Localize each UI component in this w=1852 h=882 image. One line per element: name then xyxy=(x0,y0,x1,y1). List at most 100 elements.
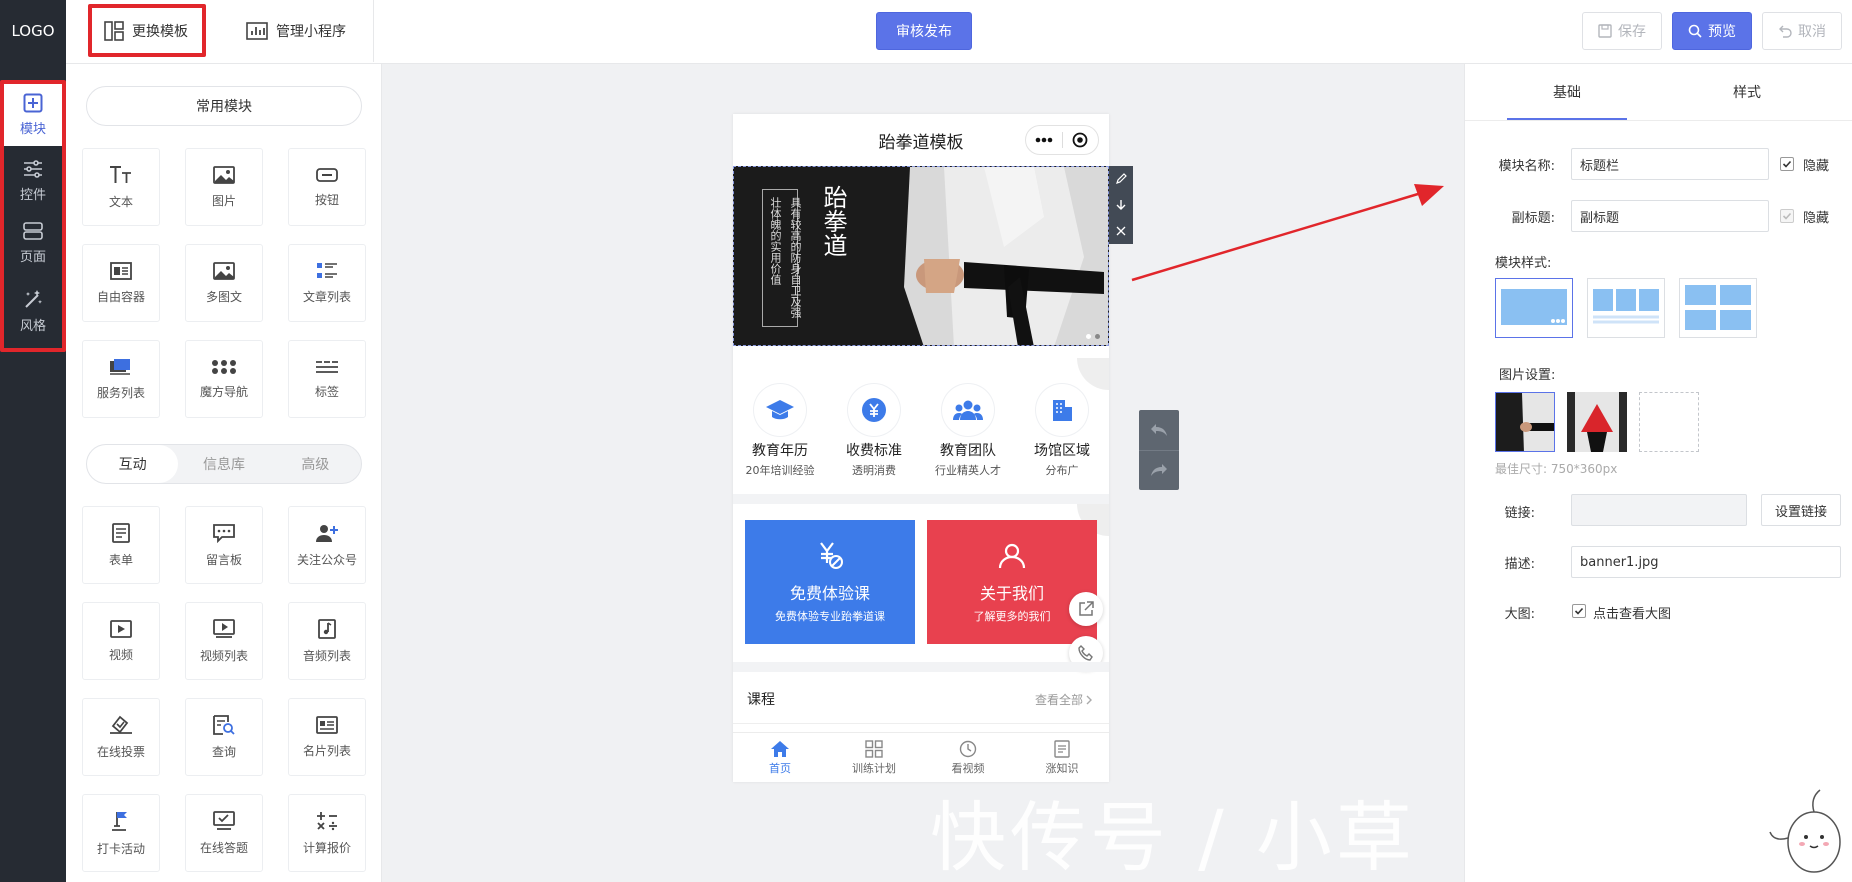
view-all-link[interactable]: 查看全部 xyxy=(1035,691,1093,708)
description-input[interactable]: banner1.jpg xyxy=(1571,546,1841,578)
large-image-checkbox[interactable] xyxy=(1572,604,1586,618)
style-option-3[interactable] xyxy=(1679,278,1757,338)
calculator-icon xyxy=(317,811,337,830)
module-cube-nav[interactable]: 魔方导航 xyxy=(185,340,263,418)
hide-name-checkbox[interactable] xyxy=(1780,157,1794,171)
module-card-list[interactable]: 名片列表 xyxy=(288,698,366,776)
banner-full-icon xyxy=(1501,289,1567,325)
banner-module[interactable]: 壮体魄的实用价值 具有较高的防身自卫及强 跆拳道 xyxy=(733,166,1109,346)
module-name-input[interactable]: 标题栏 xyxy=(1571,148,1769,180)
undo-button[interactable]: 取消 xyxy=(1762,12,1842,50)
share-button[interactable] xyxy=(1069,592,1103,626)
tab-divider xyxy=(1465,120,1852,121)
tab-basic[interactable]: 基础 xyxy=(1507,64,1627,120)
multi-image-icon xyxy=(213,261,235,280)
undo-float-button[interactable] xyxy=(1139,410,1179,451)
module-video[interactable]: 视频 xyxy=(82,602,160,680)
module-image[interactable]: 图片 xyxy=(185,148,263,226)
grid-icon xyxy=(865,739,883,758)
add-image-slot[interactable] xyxy=(1639,392,1699,452)
tab-training-plan[interactable]: 训练计划 xyxy=(827,733,921,782)
save-button[interactable]: 保存 xyxy=(1582,12,1662,50)
module-text[interactable]: 文本 xyxy=(82,148,160,226)
module-form[interactable]: 表单 xyxy=(82,506,160,584)
redo-float-button[interactable] xyxy=(1139,451,1179,491)
pencil-icon[interactable] xyxy=(1115,173,1127,185)
hide-subtitle-checkbox[interactable] xyxy=(1780,209,1794,223)
link-input[interactable] xyxy=(1571,494,1747,526)
tab-advanced[interactable]: 高级 xyxy=(270,445,361,483)
grid-dots-icon xyxy=(212,359,236,374)
common-modules-header[interactable]: 常用模块 xyxy=(86,86,362,126)
style-option-2[interactable] xyxy=(1587,278,1665,338)
module-button[interactable]: 按钮 xyxy=(288,148,366,226)
building-icon xyxy=(1036,384,1088,436)
undo-arrow-icon xyxy=(1151,423,1167,436)
module-free-container[interactable]: 自由容器 xyxy=(82,244,160,322)
style-option-1[interactable] xyxy=(1495,278,1573,338)
free-trial-card[interactable]: 免费体验课 免费体验专业跆拳道课 xyxy=(745,520,915,644)
preview-button[interactable]: 预览 xyxy=(1672,12,1752,50)
module-video-list[interactable]: 视频列表 xyxy=(185,602,263,680)
form-icon xyxy=(112,522,130,543)
module-service-list[interactable]: 服务列表 xyxy=(82,340,160,418)
arrow-down-icon[interactable] xyxy=(1115,199,1127,211)
phone-preview: 跆拳道模板 壮体魄的实用价值 具有较高的防身自卫及强 跆拳道 教育年历 20年培… xyxy=(733,114,1109,782)
module-online-quiz[interactable]: 在线答题 xyxy=(185,794,263,872)
image-thumb-1[interactable] xyxy=(1495,392,1555,452)
banner-dots xyxy=(1086,334,1100,339)
publish-button[interactable]: 审核发布 xyxy=(876,12,972,50)
share-icon xyxy=(1079,601,1094,616)
module-follow-account[interactable]: 关注公众号 xyxy=(288,506,366,584)
article-list-icon xyxy=(317,262,337,278)
module-tag[interactable]: 标签 xyxy=(288,340,366,418)
more-dots-icon[interactable] xyxy=(1026,137,1062,143)
tab-info-library[interactable]: 信息库 xyxy=(178,445,269,483)
document-icon xyxy=(1054,739,1070,758)
tab-style[interactable]: 样式 xyxy=(1687,64,1807,120)
container-icon xyxy=(110,261,132,280)
tab-manage-miniapp[interactable]: 管理小程序 xyxy=(246,0,346,62)
course-label: 课程 xyxy=(747,692,775,708)
module-multi-image[interactable]: 多图文 xyxy=(185,244,263,322)
button-icon xyxy=(316,167,338,182)
module-message-board[interactable]: 留言板 xyxy=(185,506,263,584)
module-audio-list[interactable]: 音频列表 xyxy=(288,602,366,680)
undo-icon xyxy=(1779,25,1792,38)
module-article-list[interactable]: 文章列表 xyxy=(288,244,366,322)
feature-item[interactable]: 场馆区域 分布广 xyxy=(1015,384,1109,478)
close-icon[interactable] xyxy=(1115,225,1127,237)
feature-item[interactable]: 教育团队 行业精英人才 xyxy=(921,384,1015,478)
close-target-icon[interactable] xyxy=(1063,132,1099,148)
video-list-icon xyxy=(213,618,235,638)
description-label: 描述: xyxy=(1504,557,1535,572)
tab-knowledge[interactable]: 涨知识 xyxy=(1015,733,1109,782)
chevron-right-icon xyxy=(1086,695,1092,704)
tab-home[interactable]: 首页 xyxy=(733,733,827,782)
set-link-button[interactable]: 设置链接 xyxy=(1761,494,1841,526)
card-section: 免费体验课 免费体验专业跆拳道课 关于我们 了解更多的我们 xyxy=(733,504,1109,654)
module-panel: 常用模块 文本 图片 按钮 自由容器 多图文 文章列表 服务列表 魔方导航 标签… xyxy=(66,64,382,882)
module-online-vote[interactable]: 在线投票 xyxy=(82,698,160,776)
home-icon xyxy=(771,740,789,757)
tab-divider xyxy=(373,0,374,62)
feature-item[interactable]: 收费标准 透明消费 xyxy=(827,384,921,478)
module-checkin-activity[interactable]: 打卡活动 xyxy=(82,794,160,872)
feature-section: 教育年历 20年培训经验 收费标准 透明消费 教育团队 行业精英人才 场馆区域 … xyxy=(733,358,1109,498)
module-calc-quote[interactable]: 计算报价 xyxy=(288,794,366,872)
feature-item[interactable]: 教育年历 20年培训经验 xyxy=(733,384,827,478)
hide-name-label: 隐藏 xyxy=(1803,159,1830,174)
image-settings-label: 图片设置: xyxy=(1499,368,1556,383)
tab-interactive[interactable]: 互动 xyxy=(87,445,179,483)
best-size-hint: 最佳尺寸: 750*360px xyxy=(1495,462,1618,476)
tab-watch-video[interactable]: 看视频 xyxy=(921,733,1015,782)
card-icon xyxy=(316,715,338,734)
module-name-label: 模块名称: xyxy=(1498,159,1555,174)
subtitle-input[interactable]: 副标题 xyxy=(1571,200,1769,232)
image-thumb-2[interactable] xyxy=(1567,392,1627,452)
about-us-card[interactable]: 关于我们 了解更多的我们 xyxy=(927,520,1097,644)
follow-user-icon xyxy=(316,524,338,542)
module-query[interactable]: 查询 xyxy=(185,698,263,776)
team-icon xyxy=(942,384,994,436)
annotation-arrow xyxy=(1131,184,1444,282)
